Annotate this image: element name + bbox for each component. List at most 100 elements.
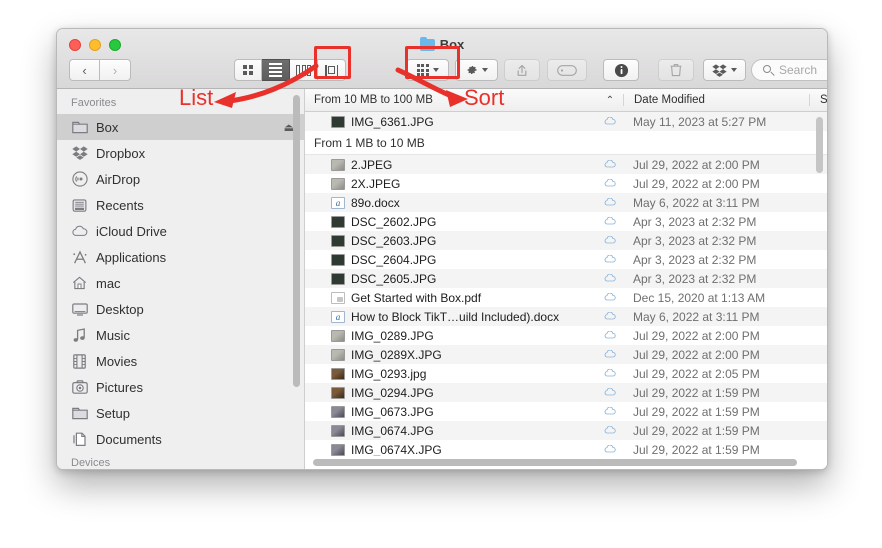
home-icon <box>71 275 88 291</box>
finder-window: Box ‹ › Search Favorites Box ⏏ Dropbox A… <box>56 28 828 470</box>
sidebar-item-pictures[interactable]: Pictures <box>57 374 304 400</box>
table-row[interactable]: 2X.JPEG Jul 29, 2022 at 2:00 PM <box>305 174 827 193</box>
search-input[interactable]: Search <box>751 59 827 81</box>
folder-icon <box>419 36 435 51</box>
table-row[interactable]: DSC_2603.JPG Apr 3, 2023 at 2:32 PM <box>305 231 827 250</box>
table-row[interactable]: DSC_2605.JPG Apr 3, 2023 at 2:32 PM <box>305 269 827 288</box>
file-date-cell: Jul 29, 2022 at 1:59 PM <box>633 442 760 457</box>
file-name-label: IMG_0289X.JPG <box>351 347 442 362</box>
doc-word-icon: a <box>331 310 345 323</box>
delete-button[interactable] <box>658 59 694 81</box>
cloud-status-icon <box>597 444 623 456</box>
file-date-cell: Apr 3, 2023 at 2:32 PM <box>633 233 757 248</box>
sort-button[interactable] <box>406 59 449 81</box>
sidebar-item-applications[interactable]: Applications <box>57 244 304 270</box>
file-date-cell: Apr 3, 2023 at 2:32 PM <box>633 252 757 267</box>
sidebar-item-dropbox[interactable]: Dropbox <box>57 140 304 166</box>
sidebar-item-desktop[interactable]: Desktop <box>57 296 304 322</box>
sidebar-item-recents[interactable]: Recents <box>57 192 304 218</box>
sidebar-item-icloud-drive[interactable]: iCloud Drive <box>57 218 304 244</box>
folder-icon <box>71 405 88 421</box>
file-name-cell: 2X.JPEG <box>305 177 597 191</box>
sidebar-item-label: Recents <box>96 197 144 213</box>
doc-pdf-icon <box>331 291 345 304</box>
table-row[interactable]: a 89o.docx May 6, 2022 at 3:11 PM <box>305 193 827 212</box>
sort-grid-icon <box>416 64 429 76</box>
column-view-button[interactable] <box>290 59 318 81</box>
file-name-cell: IMG_0289X.JPG <box>305 348 597 362</box>
file-name-cell: IMG_0674.JPG <box>305 424 597 438</box>
sidebar-item-box[interactable]: Box ⏏ <box>57 114 304 140</box>
page-title: Box <box>57 36 827 52</box>
photo-blue-icon <box>331 443 345 456</box>
file-date-cell: Apr 3, 2023 at 2:32 PM <box>633 214 757 229</box>
table-row[interactable]: IMG_0294.JPG Jul 29, 2022 at 1:59 PM <box>305 383 827 402</box>
sidebar-item-label: Setup <box>96 405 130 421</box>
file-date-cell: Jul 29, 2022 at 2:00 PM <box>633 328 760 343</box>
cloud-status-icon <box>597 311 623 323</box>
cloud-status-icon <box>597 425 623 437</box>
file-name-label: Get Started with Box.pdf <box>351 290 482 305</box>
file-date-cell: May 11, 2023 at 5:27 PM <box>633 114 767 129</box>
doc-word-icon: a <box>331 196 345 209</box>
file-name-label: DSC_2605.JPG <box>351 271 437 286</box>
table-row[interactable]: IMG_0289X.JPG Jul 29, 2022 at 2:00 PM <box>305 345 827 364</box>
column-header-date-modified[interactable]: Date Modified <box>623 94 809 106</box>
share-icon <box>517 64 527 76</box>
file-date-cell: Jul 29, 2022 at 2:05 PM <box>633 366 760 381</box>
tags-button[interactable] <box>547 59 587 81</box>
gallery-view-button[interactable] <box>318 59 346 81</box>
file-name-cell: DSC_2605.JPG <box>305 272 597 286</box>
forward-button[interactable]: › <box>100 59 131 81</box>
sidebar-item-label: mac <box>96 275 121 291</box>
photo-warm-icon <box>331 367 345 380</box>
table-row[interactable]: DSC_2604.JPG Apr 3, 2023 at 2:32 PM <box>305 250 827 269</box>
list-view-button[interactable] <box>262 59 290 81</box>
table-row[interactable]: DSC_2602.JPG Apr 3, 2023 at 2:32 PM <box>305 212 827 231</box>
table-row[interactable]: IMG_0289.JPG Jul 29, 2022 at 2:00 PM <box>305 326 827 345</box>
column-header-row: From 10 MB to 100 MB ⌃ Date Modified S <box>305 89 827 112</box>
table-row[interactable]: IMG_0674X.JPG Jul 29, 2022 at 1:59 PM <box>305 440 827 456</box>
info-button[interactable] <box>603 59 639 81</box>
photo-dark-icon <box>331 234 345 247</box>
sidebar-item-label: AirDrop <box>96 171 141 187</box>
photo-dark-icon <box>331 253 345 266</box>
sidebar-item-label: iCloud Drive <box>96 223 167 239</box>
photo-blue-icon <box>331 405 345 418</box>
horizontal-scrollbar[interactable] <box>313 459 797 466</box>
dropbox-button[interactable] <box>703 59 746 81</box>
file-name-label: How to Block TikT…uild Included).docx <box>351 309 560 324</box>
sort-direction-icon[interactable]: ⌃ <box>597 95 623 106</box>
table-row[interactable]: 2.JPEG Jul 29, 2022 at 2:00 PM <box>305 155 827 174</box>
dropbox-icon <box>71 145 88 161</box>
sidebar-scrollbar[interactable] <box>293 95 300 387</box>
file-name-cell: IMG_0674X.JPG <box>305 443 597 456</box>
column-header-name[interactable]: From 10 MB to 100 MB <box>305 94 597 106</box>
table-row[interactable]: IMG_6361.JPG May 11, 2023 at 5:27 PM <box>305 112 827 131</box>
pictures-icon <box>71 379 88 395</box>
sidebar-item-movies[interactable]: Movies <box>57 348 304 374</box>
action-menu-button[interactable] <box>455 59 498 81</box>
cloud-status-icon <box>597 406 623 418</box>
table-row[interactable]: IMG_0673.JPG Jul 29, 2022 at 1:59 PM <box>305 402 827 421</box>
vertical-scrollbar[interactable] <box>816 117 823 173</box>
sidebar-item-setup[interactable]: Setup <box>57 400 304 426</box>
table-row[interactable]: IMG_0293.jpg Jul 29, 2022 at 2:05 PM <box>305 364 827 383</box>
sidebar-item-airdrop[interactable]: AirDrop <box>57 166 304 192</box>
sidebar-item-music[interactable]: Music <box>57 322 304 348</box>
cloud-status-icon <box>597 254 623 266</box>
icon-view-button[interactable] <box>234 59 262 81</box>
photo-grey-icon <box>331 177 345 190</box>
sidebar-item-label: Desktop <box>96 301 144 317</box>
back-button[interactable]: ‹ <box>69 59 100 81</box>
file-name-cell: Get Started with Box.pdf <box>305 291 597 305</box>
sidebar-item-mac[interactable]: mac <box>57 270 304 296</box>
share-button[interactable] <box>504 59 540 81</box>
table-row[interactable]: Get Started with Box.pdf Dec 15, 2020 at … <box>305 288 827 307</box>
table-row[interactable]: IMG_0674.JPG Jul 29, 2022 at 1:59 PM <box>305 421 827 440</box>
table-row[interactable]: a How to Block TikT…uild Included).docx Ma… <box>305 307 827 326</box>
column-header-size[interactable]: S <box>809 94 827 106</box>
chevron-right-icon: › <box>112 62 118 78</box>
file-name-label: IMG_0294.JPG <box>351 385 434 400</box>
file-name-label: IMG_0673.JPG <box>351 404 434 419</box>
